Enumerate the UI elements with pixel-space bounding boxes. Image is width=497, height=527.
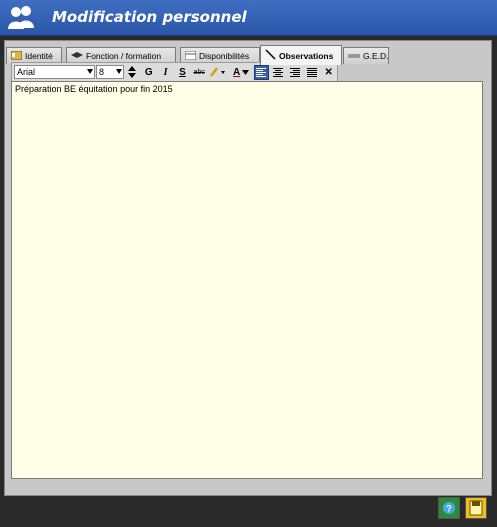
tab-observations[interactable]: Observations	[260, 45, 342, 65]
tab-label: Observations	[279, 50, 334, 61]
font-color-label: A	[233, 66, 241, 78]
graduation-cap-icon	[71, 51, 83, 61]
align-center-button[interactable]	[271, 65, 286, 80]
tab-label: G.E.D.	[363, 51, 389, 61]
align-justify-icon	[306, 67, 317, 77]
justify-button[interactable]	[304, 65, 319, 80]
observations-editor[interactable]: Préparation BE équitation pour fin 2015	[11, 81, 483, 479]
font-size-stepper[interactable]	[125, 65, 140, 80]
floppy-disk-icon	[469, 500, 483, 516]
text-color-button[interactable]: A	[230, 65, 252, 80]
strike-button[interactable]: S	[175, 65, 190, 80]
tab-label: Fonction / formation	[86, 51, 162, 61]
bold-button[interactable]: G	[141, 65, 156, 80]
document-icon	[348, 51, 360, 61]
strikethrough-button[interactable]: abc	[192, 65, 207, 80]
highlight-button[interactable]	[209, 65, 229, 80]
up-down-arrows-icon	[128, 66, 136, 78]
formatting-toolbar: Arial 8 G I S abc A ✕	[11, 62, 338, 82]
tab-label: Identité	[25, 51, 53, 61]
align-left-icon	[256, 67, 267, 77]
id-card-icon	[10, 50, 23, 62]
chevron-down-icon	[242, 69, 250, 75]
font-family-value: Arial	[17, 67, 36, 77]
tab-label: Disponibilités	[199, 51, 250, 61]
editor-content: Préparation BE équitation pour fin 2015	[15, 84, 173, 94]
italic-button[interactable]: I	[158, 65, 173, 80]
highlighter-icon	[210, 67, 226, 77]
help-button[interactable]: ?	[438, 497, 460, 519]
window-title: Modification personnel	[52, 8, 247, 26]
help-icon: ?	[443, 502, 455, 514]
font-size-select[interactable]: 8	[95, 65, 124, 79]
svg-text:?: ?	[446, 504, 452, 514]
clear-format-button[interactable]: ✕	[321, 65, 336, 80]
align-right-button[interactable]	[288, 65, 303, 80]
users-icon	[8, 6, 34, 29]
font-size-value: 8	[98, 67, 104, 77]
font-family-select[interactable]: Arial	[14, 65, 95, 79]
align-right-icon	[290, 67, 301, 77]
align-left-button[interactable]	[254, 64, 269, 80]
tab-ged[interactable]: G.E.D.	[343, 47, 389, 64]
titlebar: Modification personnel	[0, 0, 497, 36]
save-button[interactable]	[465, 497, 487, 519]
chevron-down-icon	[86, 69, 93, 74]
calendar-icon	[184, 50, 197, 62]
align-center-icon	[273, 67, 284, 77]
pen-icon	[265, 49, 276, 62]
window: Modification personnel Identité Fonction…	[0, 0, 497, 527]
chevron-down-icon	[115, 69, 122, 74]
